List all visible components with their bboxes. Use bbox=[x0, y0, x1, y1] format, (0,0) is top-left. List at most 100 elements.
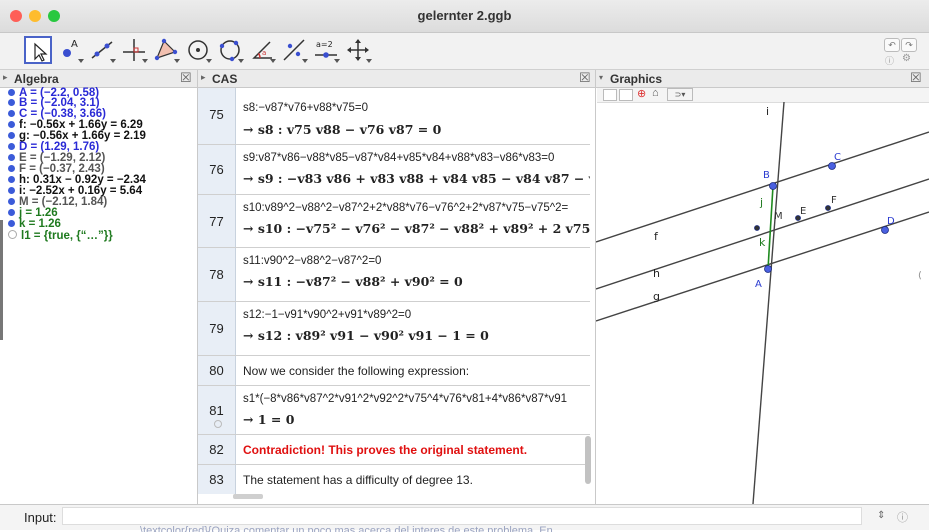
circle-tool-button[interactable] bbox=[184, 36, 212, 64]
window-title-bar: gelernter 2.ggb bbox=[0, 0, 929, 33]
graphics-canvas[interactable]: B C D A E F Mi f hg j k bbox=[596, 102, 929, 504]
svg-text:a=2: a=2 bbox=[316, 40, 333, 49]
redo-icon[interactable]: ↷ bbox=[901, 38, 917, 52]
point-capturing-icon[interactable]: ⊃▾ bbox=[667, 88, 693, 101]
symbol-dropdown-icon[interactable]: ⇕ bbox=[877, 510, 885, 521]
cas-row[interactable]: 80 Now we consider the following expressi… bbox=[198, 356, 590, 386]
line-g-label: g bbox=[653, 290, 660, 303]
perpendicular-line-tool-button[interactable] bbox=[120, 36, 148, 64]
algebra-header: ▸ Algebra ☒ bbox=[0, 70, 197, 88]
cas-output: → s9 : −v83 v86 + v83 v88 + v84 v85 − v8… bbox=[243, 171, 590, 186]
cas-row[interactable]: 83 The statement has a difficulty of degr… bbox=[198, 465, 590, 494]
visibility-toggle-icon[interactable] bbox=[8, 121, 15, 128]
graphics-header: ▾ Graphics ☒ bbox=[596, 70, 929, 88]
close-cas-icon[interactable]: ☒ bbox=[579, 70, 591, 86]
slider-tool-button[interactable]: a=2 bbox=[312, 36, 340, 64]
point-b[interactable] bbox=[769, 182, 777, 190]
point-f[interactable] bbox=[825, 205, 831, 211]
point-b-label: B bbox=[763, 170, 770, 181]
help-icon[interactable]: ⓘ bbox=[897, 509, 908, 525]
collapse-arrow-icon[interactable]: ▸ bbox=[3, 72, 8, 83]
visibility-toggle-icon[interactable] bbox=[8, 99, 15, 106]
cas-input[interactable]: s8:−v87*v76+v88*v75=0 bbox=[243, 102, 368, 114]
close-graphics-icon[interactable]: ☒ bbox=[910, 70, 922, 86]
cas-text[interactable]: The statement has a difficulty of degree… bbox=[243, 473, 473, 487]
cas-input[interactable]: s10:v89^2−v88^2−v87^2+2*v88*v76−v76^2+2*… bbox=[243, 202, 568, 214]
visibility-toggle-icon[interactable] bbox=[8, 220, 15, 227]
cas-row-number: 83 bbox=[198, 465, 236, 494]
cas-horizontal-scrollbar[interactable] bbox=[233, 494, 263, 499]
cas-input[interactable]: s1*(−8*v86*v87^2*v91^2*v92^2*v75^4*v76*v… bbox=[243, 393, 567, 405]
cas-row-number: 80 bbox=[198, 356, 236, 385]
cas-text[interactable]: Now we consider the following expression… bbox=[243, 364, 469, 378]
visibility-toggle-icon[interactable] bbox=[8, 176, 15, 183]
cas-rows: 75 s8:−v87*v76+v88*v75=0 → s8 : v75 v88 − … bbox=[198, 88, 590, 494]
move-graphics-view-tool-button[interactable] bbox=[344, 36, 372, 64]
algebra-item[interactable]: l1 = {true, {“…”}} bbox=[8, 230, 113, 242]
visibility-toggle-icon[interactable] bbox=[8, 89, 15, 96]
visibility-toggle-icon[interactable] bbox=[8, 110, 15, 117]
point-a[interactable] bbox=[764, 265, 772, 273]
input-field[interactable] bbox=[62, 507, 862, 525]
visibility-toggle-icon[interactable] bbox=[8, 230, 17, 239]
polygon-tool-button[interactable] bbox=[152, 36, 180, 64]
angle-tool-button[interactable]: a bbox=[248, 36, 276, 64]
point-e-label: E bbox=[800, 206, 806, 217]
cas-row[interactable]: 76 s9:v87*v86−v88*v85−v87*v84+v85*v84+v88… bbox=[198, 145, 590, 195]
cas-row[interactable]: 81 s1*(−8*v86*v87^2*v91^2*v92^2*v75^4*v76… bbox=[198, 386, 590, 435]
help-icon[interactable]: ⓘ bbox=[885, 54, 894, 67]
line-f[interactable] bbox=[596, 131, 929, 243]
visibility-toggle-icon[interactable] bbox=[8, 187, 15, 194]
cas-row[interactable]: 75 s8:−v87*v76+v88*v75=0 → s8 : v75 v88 − … bbox=[198, 88, 590, 145]
visibility-toggle-icon[interactable] bbox=[8, 165, 15, 172]
collapse-arrow-icon[interactable]: ▾ bbox=[599, 73, 603, 82]
line-h-label: h bbox=[653, 267, 660, 280]
undo-icon[interactable]: ↶ bbox=[884, 38, 900, 52]
point-tool-button[interactable]: A bbox=[56, 36, 84, 64]
input-label: Input: bbox=[24, 510, 57, 525]
cas-row-number: 82 bbox=[198, 435, 236, 464]
close-algebra-icon[interactable]: ☒ bbox=[180, 70, 192, 86]
axes-toggle-icon[interactable] bbox=[603, 89, 617, 101]
cas-scrollbar[interactable] bbox=[585, 436, 591, 484]
line-i[interactable] bbox=[752, 102, 785, 504]
reflect-tool-button[interactable] bbox=[280, 36, 308, 64]
cas-output: → s11 : −v87² − v88² + v90² = 0 bbox=[243, 274, 463, 289]
side-arrow-icon[interactable]: ⟨ bbox=[918, 270, 922, 281]
cas-input[interactable]: s12:−1−v91*v90^2+v91*v89^2=0 bbox=[243, 309, 411, 321]
line-tool-button[interactable] bbox=[88, 36, 116, 64]
cas-row[interactable]: 77 s10:v89^2−v88^2−v87^2+2*v88*v76−v76^2+… bbox=[198, 195, 590, 248]
cas-row[interactable]: 79 s12:−1−v91*v90^2+v91*v89^2=0 → s12 : v8… bbox=[198, 302, 590, 356]
point-c[interactable] bbox=[828, 162, 836, 170]
move-tool-button[interactable] bbox=[24, 36, 52, 64]
cas-input[interactable]: s11:v90^2−v88^2−v87^2=0 bbox=[243, 255, 381, 267]
cas-text[interactable]: Contradiction! This proves the original … bbox=[243, 443, 527, 457]
point-d[interactable] bbox=[881, 226, 889, 234]
collapse-arrow-icon[interactable]: ▸ bbox=[201, 72, 206, 83]
visibility-toggle-icon[interactable] bbox=[8, 154, 15, 161]
visibility-toggle-icon[interactable] bbox=[8, 209, 15, 216]
toolbar: A a a=2 ↶ ↷ ⓘ ⚙ bbox=[0, 33, 929, 70]
cas-row[interactable]: 78 s11:v90^2−v88^2−v87^2=0 → s11 : −v87² −… bbox=[198, 248, 590, 302]
output-marker-icon[interactable] bbox=[214, 420, 222, 428]
visibility-toggle-icon[interactable] bbox=[8, 198, 15, 205]
grid-toggle-icon[interactable] bbox=[619, 89, 633, 101]
cas-input[interactable]: s9:v87*v86−v88*v85−v87*v84+v85*v84+v88*v… bbox=[243, 152, 554, 164]
line-i-label: i bbox=[766, 105, 769, 118]
visibility-toggle-icon[interactable] bbox=[8, 143, 15, 150]
home-icon[interactable]: ⌂ bbox=[652, 87, 659, 99]
point-m[interactable] bbox=[754, 225, 760, 231]
cas-row[interactable]: 82 Contradiction! This proves the origina… bbox=[198, 435, 590, 465]
svg-text:a: a bbox=[262, 49, 266, 57]
circle-through-points-tool-button[interactable] bbox=[216, 36, 244, 64]
algebra-item[interactable]: k = 1.26 bbox=[8, 218, 61, 230]
cas-output: → s12 : v89² v91 − v90² v91 − 1 = 0 bbox=[243, 328, 489, 343]
target-icon[interactable]: ⊕ bbox=[637, 87, 646, 100]
cas-row-number: 79 bbox=[198, 302, 236, 355]
visibility-toggle-icon[interactable] bbox=[8, 132, 15, 139]
line-g[interactable] bbox=[596, 211, 929, 322]
cas-header: ▸ CAS ☒ bbox=[198, 70, 595, 88]
algebra-title: Algebra bbox=[14, 72, 59, 86]
gear-icon[interactable]: ⚙ bbox=[902, 53, 911, 64]
cas-row-number: 76 bbox=[198, 145, 236, 194]
